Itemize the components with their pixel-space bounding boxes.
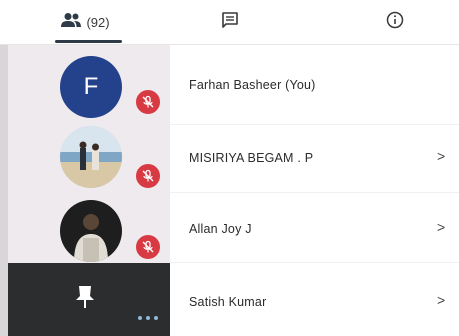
- divider: [170, 192, 459, 193]
- divider: [170, 124, 459, 125]
- rail-edge: [0, 45, 8, 336]
- participant-name[interactable]: MISIRIYA BEGAM . P: [189, 151, 313, 165]
- more-options-icon[interactable]: [138, 316, 158, 320]
- participant-name[interactable]: Allan Joy J: [189, 222, 252, 236]
- avatar-farhan: F: [60, 56, 122, 118]
- participant-count: (92): [86, 14, 110, 30]
- chevron-right-icon[interactable]: >: [437, 292, 445, 308]
- info-icon: [386, 11, 404, 34]
- chevron-right-icon[interactable]: >: [437, 148, 445, 164]
- participant-name[interactable]: Satish Kumar: [189, 295, 266, 309]
- chevron-right-icon[interactable]: >: [437, 219, 445, 235]
- active-tab-indicator: [55, 40, 122, 43]
- mic-off-icon: [134, 88, 162, 116]
- tab-info[interactable]: [370, 0, 420, 44]
- tab-chat[interactable]: [205, 0, 255, 44]
- beach-photo: [60, 126, 122, 188]
- people-icon: [60, 12, 82, 33]
- person-photo: [60, 200, 122, 262]
- mic-off-icon: [134, 162, 162, 190]
- participant-name: Farhan Basheer (You): [189, 78, 316, 92]
- pin-icon[interactable]: [75, 284, 95, 315]
- divider: [170, 262, 459, 263]
- chat-icon: [221, 11, 239, 34]
- mic-off-icon: [134, 233, 162, 261]
- avatar-allan: [60, 200, 122, 262]
- tab-people[interactable]: (92): [40, 0, 130, 44]
- avatar-misiriya: [60, 126, 122, 188]
- participants-tab-bar: (92): [0, 0, 459, 45]
